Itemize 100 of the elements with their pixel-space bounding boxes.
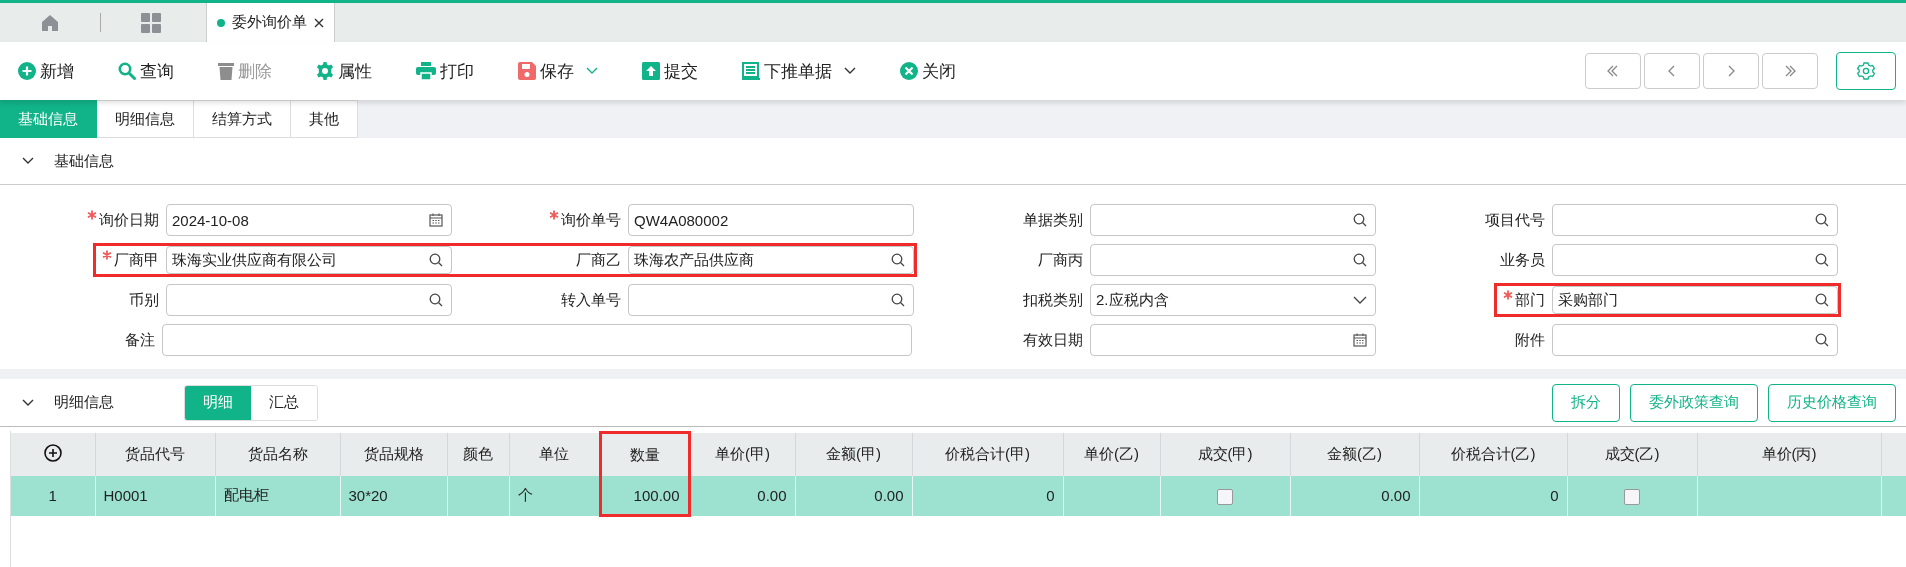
close-icon (900, 62, 918, 80)
checkbox[interactable] (1624, 488, 1640, 505)
close-icon[interactable] (314, 17, 324, 28)
search-icon[interactable] (891, 293, 905, 307)
input-field[interactable]: 珠海农产品供应商 (628, 246, 914, 274)
input-field[interactable] (628, 284, 914, 316)
save-icon (518, 62, 536, 80)
table-cell: 个 (509, 476, 600, 516)
pager-button[interactable] (1762, 53, 1818, 89)
add-icon (43, 443, 62, 462)
input-field[interactable]: 采购部门 (1552, 286, 1838, 314)
toolbar-button[interactable]: 保存 (518, 59, 598, 83)
upload-icon (642, 62, 660, 80)
input-field[interactable] (1552, 324, 1838, 356)
search-icon[interactable] (1815, 253, 1829, 267)
page-tab[interactable]: 其他 (291, 100, 358, 138)
input-field[interactable]: 2024-10-08 (166, 204, 452, 236)
input-field[interactable] (1090, 324, 1376, 356)
column-header: 单位 (509, 432, 600, 476)
table-cell: 0 (912, 476, 1063, 516)
table-row[interactable]: 1 H0001 配电柜 30*20 个 100.00 0.00 0.00 0 0.00 0 (11, 476, 1906, 516)
document-tab[interactable]: 委外询价单 (206, 3, 335, 42)
column-header: 货品代号 (95, 432, 215, 476)
column-header: 成交(乙) (1567, 432, 1697, 476)
pager-button[interactable] (1585, 53, 1641, 89)
toolbar-button[interactable]: 下推单据 (742, 59, 856, 83)
chevron-left-icon (1668, 65, 1676, 77)
search-icon[interactable] (1815, 333, 1829, 347)
column-header: 单价(甲) (689, 432, 795, 476)
input-field[interactable] (166, 284, 452, 316)
table-cell (447, 476, 509, 516)
table-cell: 100.00 (600, 476, 689, 516)
pager-button[interactable] (1644, 53, 1700, 89)
section-title: 基础信息 (54, 151, 114, 171)
table-cell: 0.00 (795, 476, 912, 516)
column-header: 金额(甲) (795, 432, 912, 476)
page-tab[interactable]: 明细信息 (97, 100, 194, 138)
input-field[interactable] (1090, 204, 1376, 236)
field-label: 厂商丙 (1038, 250, 1083, 270)
search-icon[interactable] (1353, 253, 1367, 267)
add-row-button[interactable] (11, 432, 95, 476)
search-icon[interactable] (1815, 293, 1829, 307)
search-icon[interactable] (1815, 213, 1829, 227)
table-cell: 0 (1419, 476, 1567, 516)
table-cell: 30*20 (340, 476, 447, 516)
toolbar-button[interactable]: 提交 (642, 59, 698, 83)
column-header: 价税合计(甲) (912, 432, 1063, 476)
column-header: 货品名称 (215, 432, 340, 476)
home-icon (41, 13, 59, 32)
checkbox[interactable] (1217, 488, 1233, 505)
pager-button[interactable] (1703, 53, 1759, 89)
page-tab[interactable]: 结算方式 (194, 100, 291, 138)
column-header: 价税合计(乙) (1419, 432, 1567, 476)
printer-icon (416, 62, 436, 80)
chevron-down-icon[interactable] (1353, 295, 1367, 305)
trash-icon (218, 62, 234, 80)
table-cell: H0001 (95, 476, 215, 516)
double-chevron-right-icon (1784, 65, 1796, 77)
settings-icon (1856, 61, 1876, 81)
plus-icon (18, 62, 36, 80)
field-label: 转入单号 (561, 290, 621, 310)
toolbar-button[interactable]: 打印 (416, 59, 474, 83)
field-label: 附件 (1515, 330, 1545, 350)
input-field[interactable]: 2.应税内含 (1090, 284, 1376, 316)
calendar-icon[interactable] (1353, 333, 1367, 347)
toolbar-button[interactable]: 关闭 (900, 59, 956, 83)
search-icon[interactable] (429, 253, 443, 267)
toolbar-button[interactable]: 属性 (316, 59, 372, 83)
column-header: 颜色 (447, 432, 509, 476)
field-label: 单据类别 (1023, 210, 1083, 230)
search-icon[interactable] (891, 253, 905, 267)
input-field[interactable] (1552, 204, 1838, 236)
chevron-down-icon[interactable] (22, 157, 34, 165)
chevron-right-icon (1727, 65, 1735, 77)
settings-button[interactable] (1836, 52, 1896, 90)
grid-icon (140, 12, 161, 33)
input-field[interactable] (1552, 244, 1838, 276)
field-label: 询价日期 (99, 210, 159, 230)
section-title: 明细信息 (54, 393, 115, 412)
toolbar-button[interactable]: 查询 (118, 59, 174, 83)
search-icon (118, 62, 136, 80)
search-icon[interactable] (1353, 213, 1367, 227)
calendar-icon[interactable] (429, 213, 443, 227)
field-label: 厂商甲 (114, 250, 159, 270)
input-field[interactable] (162, 324, 912, 356)
field-label: 部门 (1515, 290, 1545, 310)
document-icon (742, 62, 760, 80)
table-cell: 1 (11, 476, 95, 516)
table-cell: 0.00 (689, 476, 795, 516)
input-field[interactable] (1090, 244, 1376, 276)
input-field[interactable]: 珠海实业供应商有限公司 (166, 246, 452, 274)
input-field[interactable]: QW4A080002 (628, 204, 914, 236)
status-dot (217, 18, 225, 27)
tab-title: 委外询价单 (232, 13, 307, 32)
field-label: 厂商乙 (576, 250, 621, 270)
search-icon[interactable] (429, 293, 443, 307)
column-header: 货品规格 (340, 432, 447, 476)
chevron-down-icon[interactable] (22, 398, 34, 407)
toolbar-button[interactable]: 新增 (18, 59, 74, 83)
field-label: 有效日期 (1023, 330, 1083, 350)
